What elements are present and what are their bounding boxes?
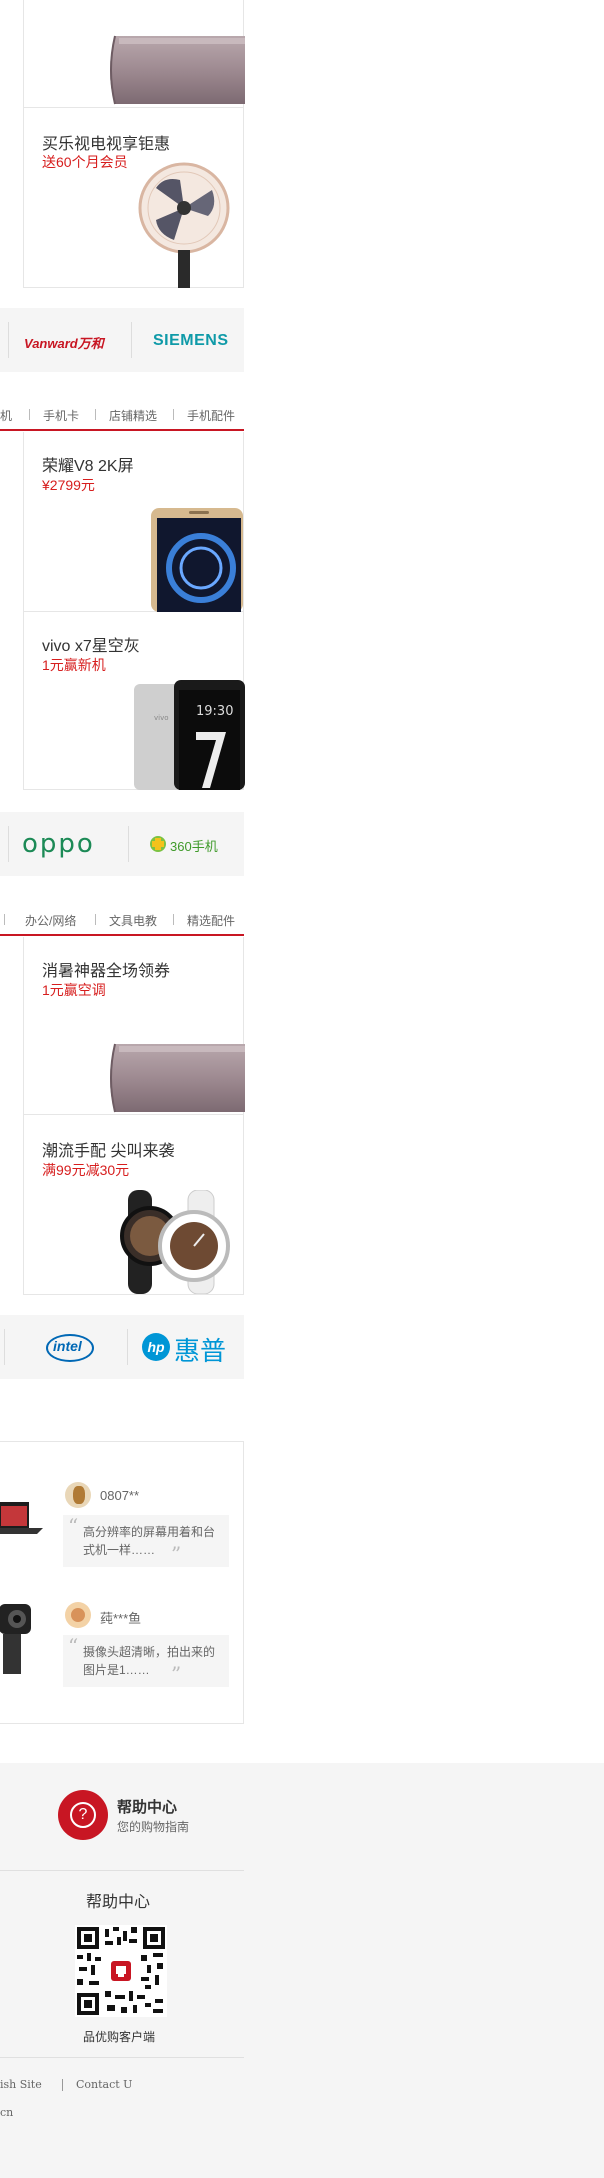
tab-separator [173,914,174,925]
360-logo-icon [150,836,166,852]
tab-store-picks[interactable]: 店铺精选 [109,407,157,424]
product-subtitle: 1元赢新机 [42,657,106,673]
footer-link-separator [62,2079,63,2091]
product-subtitle: 1元赢空调 [42,982,106,998]
review-panel: 0807** “ 高分辨率的屏幕用着和台式机一样…… ” 莼***鱼 “ 摄像头… [0,1441,244,1724]
help-subtitle: 您的购物指南 [117,1820,190,1834]
product-subtitle: 满99元减30元 [42,1162,130,1178]
open-quote-icon: “ [68,1634,79,1658]
divider [4,1329,5,1365]
open-quote-icon: “ [68,1514,79,1538]
divider [8,322,9,358]
help-center-link[interactable]: ? 帮助中心 您的购物指南 [58,1790,218,1842]
review-text: 高分辨率的屏幕用着和台式机一样…… [83,1525,216,1557]
footer-link-contact[interactable]: Contact U [76,2078,132,2091]
tab-sim-card[interactable]: 手机卡 [43,407,79,424]
category-tabs: 机 手机卡 店铺精选 手机配件 [0,401,244,431]
product-card[interactable]: 荣耀V8 2K屏 ¥2799元 [23,432,244,612]
divider [131,322,132,358]
tab-separator [95,409,96,420]
product-title[interactable]: 荣耀V8 2K屏 [42,452,134,476]
brand-logo-hp[interactable]: 惠普 [174,1331,226,1368]
tab-separator [95,914,96,925]
hp-logo-icon: hp [142,1333,170,1361]
category-tabs: 办公/网络 文具电教 精选配件 [0,906,244,936]
brand-bar: oppo 360手机 [0,812,244,876]
product-subtitle: 送60个月会员 [42,154,128,170]
webcam-image [0,1604,31,1674]
phone-image: vivo 19:30 [134,680,245,790]
brand-logo-intel[interactable]: intel [53,1338,82,1354]
air-conditioner-image [110,1043,245,1113]
avatar [65,1482,91,1508]
tab-office-network[interactable]: 办公/网络 [25,912,76,929]
reviewer-name: 莼***鱼 [100,1611,142,1626]
product-title[interactable]: 买乐视电视享钜惠 [42,130,170,154]
tab-accessories[interactable]: 精选配件 [187,912,235,929]
footer: ? 帮助中心 您的购物指南 帮助中心 品优购客户端 ish Site Conta… [0,1763,604,2178]
brand-logo-360[interactable]: 360手机 [170,836,218,855]
footer-bottom-text: cn [0,2106,14,2119]
tab-separator [4,914,5,925]
help-title: 帮助中心 [117,1799,178,1816]
tab-phone[interactable]: 机 [0,407,12,424]
svg-text:vivo: vivo [154,714,169,722]
tab-stationery[interactable]: 文具电教 [109,912,157,929]
product-card[interactable]: 潮流手配 尖叫来袭 满99元减30元 [23,1115,244,1295]
product-price: ¥2799元 [42,477,95,493]
divider [127,1329,128,1365]
phone-image [151,508,243,612]
smartwatch-image [120,1190,230,1294]
product-title[interactable]: vivo x7星空灰 [42,632,140,656]
tab-separator [29,409,30,420]
divider [128,826,129,862]
laptop-image [0,1502,43,1534]
divider [8,826,9,862]
tab-separator [173,409,174,420]
close-quote-icon: ” [171,1662,182,1686]
product-card[interactable]: 消暑神器全场领券 1元赢空调 [23,937,245,1115]
product-card[interactable]: vivo x7星空灰 1元赢新机 vivo 19:30 [23,612,245,790]
qr-caption: 品优购客户端 [83,2030,156,2044]
qr-code-icon[interactable] [75,1925,167,2017]
tab-phone-accessories[interactable]: 手机配件 [187,407,235,424]
footer-link-english-site[interactable]: ish Site [0,2078,42,2091]
divider [0,1870,244,1871]
brand-logo-siemens[interactable]: SIEMENS [153,332,229,350]
close-quote-icon: ” [171,1542,182,1566]
svg-text:19:30: 19:30 [196,704,233,719]
product-title[interactable]: 潮流手配 尖叫来袭 [42,1137,174,1161]
brand-bar: intel hp 惠普 [0,1315,244,1379]
review-quote: “ 高分辨率的屏幕用着和台式机一样…… ” [63,1515,229,1567]
review-text: 摄像头超清晰，拍出来的图片是1…… [83,1645,216,1677]
brand-logo-oppo[interactable]: oppo [22,829,95,859]
brand-logo-vanward[interactable]: Vanward万和 [24,333,104,352]
avatar [65,1602,91,1628]
product-card[interactable] [23,0,245,108]
review-quote: “ 摄像头超清晰，拍出来的图片是1…… ” [63,1635,229,1687]
product-card[interactable]: 买乐视电视享钜惠 送60个月会员 [23,108,244,288]
reviewer-name: 0807** [100,1488,140,1503]
air-conditioner-image [110,35,245,105]
fan-image [138,162,230,288]
qr-title: 帮助中心 [86,1894,151,1911]
product-title[interactable]: 消暑神器全场领券 [42,957,170,981]
help-icon: ? [58,1790,108,1840]
divider [0,2057,244,2058]
brand-bar: Vanward万和 SIEMENS [0,308,244,372]
